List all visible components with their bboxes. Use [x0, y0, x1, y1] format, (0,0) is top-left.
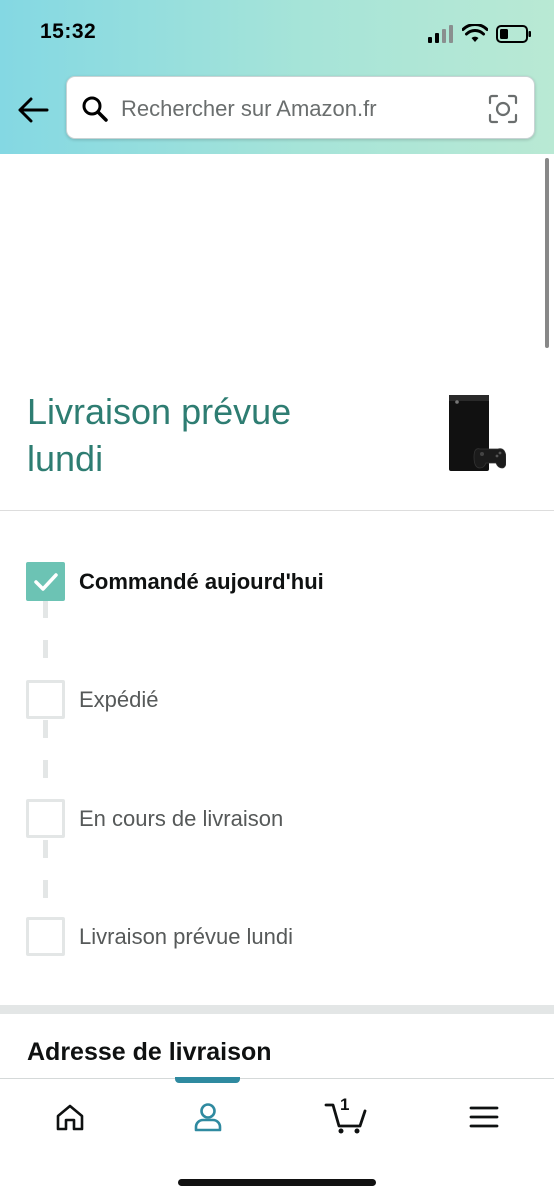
arrow-left-icon	[18, 97, 49, 123]
account-icon	[194, 1103, 222, 1132]
back-button[interactable]	[14, 92, 52, 128]
tracking-step-ordered: Commandé aujourd'hui	[26, 562, 324, 601]
step-label: Commandé aujourd'hui	[79, 568, 324, 594]
signal-icon	[428, 25, 453, 43]
divider	[0, 510, 554, 511]
tracking-step-shipped: Expédié	[26, 680, 159, 719]
step-label: Expédié	[79, 686, 159, 712]
menu-icon	[469, 1106, 499, 1128]
step-checkbox	[26, 680, 65, 719]
home-indicator	[178, 1179, 376, 1186]
status-icons	[428, 22, 532, 46]
search-box[interactable]	[66, 76, 535, 139]
delivery-title: Livraison prévue lundi	[27, 391, 292, 479]
home-icon	[56, 1104, 84, 1131]
section-separator	[0, 1005, 554, 1014]
header: 15:32	[0, 0, 554, 154]
nav-cart-button[interactable]: 1	[316, 1095, 376, 1137]
timeline-connector	[43, 600, 48, 920]
cart-count: 1	[340, 1095, 350, 1114]
step-checkbox-checked	[26, 562, 65, 601]
search-icon[interactable]	[81, 95, 109, 123]
tracking-step-out-for-delivery: En cours de livraison	[26, 799, 283, 838]
step-label: En cours de livraison	[79, 805, 284, 831]
nav-menu-button[interactable]	[454, 1097, 514, 1137]
check-icon	[33, 572, 58, 591]
product-image[interactable]	[444, 393, 506, 475]
battery-icon	[496, 25, 531, 43]
address-heading: Adresse de livraison	[27, 1038, 272, 1066]
status-bar: 15:32	[0, 0, 554, 68]
nav-home-button[interactable]	[40, 1097, 100, 1137]
nav-account-button[interactable]	[178, 1097, 238, 1137]
scrollbar[interactable]	[545, 158, 549, 348]
step-checkbox	[26, 917, 65, 956]
wifi-icon	[462, 24, 488, 42]
nav-active-indicator	[175, 1077, 240, 1083]
step-label: Livraison prévue lundi	[79, 923, 294, 949]
status-time: 15:32	[40, 20, 97, 43]
tracking-step-delivered: Livraison prévue lundi	[26, 917, 293, 956]
search-input[interactable]	[121, 91, 471, 127]
step-checkbox	[26, 799, 65, 838]
camera-scan-icon[interactable]	[488, 94, 518, 124]
